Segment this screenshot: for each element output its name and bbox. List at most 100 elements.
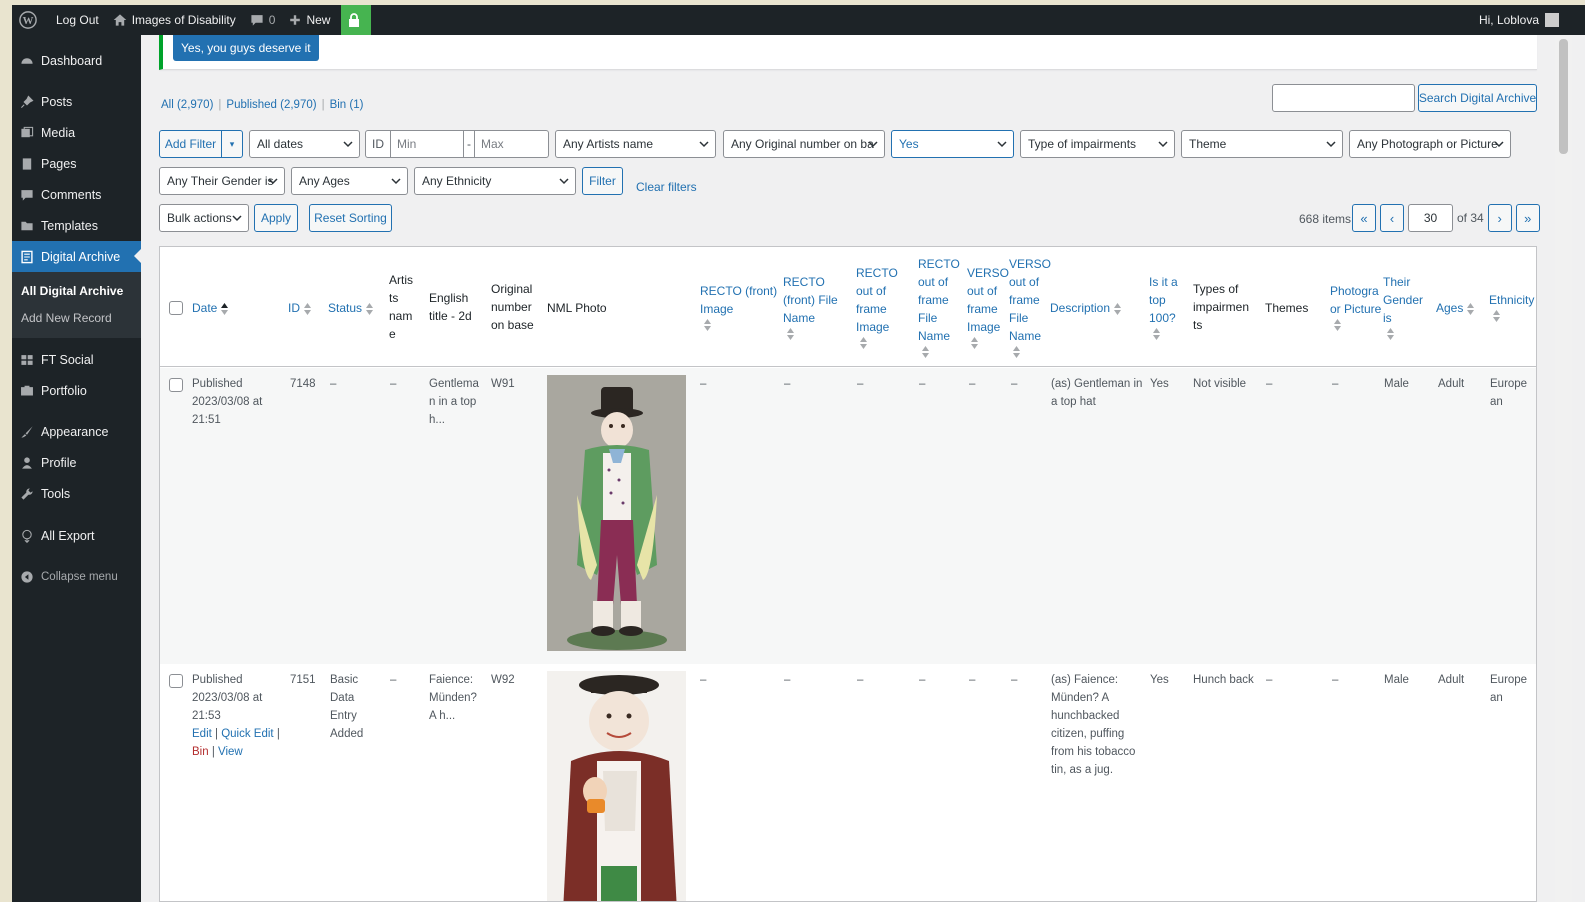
wordpress-logo-icon[interactable]: W bbox=[12, 5, 49, 35]
sidebar-item-dashboard[interactable]: Dashboard bbox=[12, 45, 141, 76]
column-photograph[interactable]: Photogra or Picture bbox=[1330, 282, 1381, 336]
submenu-add-new-record[interactable]: Add New Record bbox=[12, 305, 141, 332]
security-lock-icon[interactable] bbox=[341, 5, 372, 35]
nml-photo-figurine-top-hat[interactable] bbox=[547, 375, 686, 651]
filter-button[interactable]: Filter bbox=[582, 167, 623, 195]
success-notice: Yes, you guys deserve it bbox=[159, 35, 1537, 70]
my-account-link[interactable]: Hi, Loblova bbox=[1472, 5, 1585, 35]
row-verso-oof-image: – bbox=[969, 674, 976, 686]
reset-sorting-button[interactable]: Reset Sorting bbox=[309, 204, 392, 232]
chevron-down-icon bbox=[868, 141, 878, 148]
new-content-link[interactable]: New bbox=[282, 5, 337, 35]
artists-select[interactable]: Any Artists name bbox=[555, 130, 716, 158]
column-date[interactable]: Date bbox=[192, 299, 229, 317]
sidebar-item-digital-archive[interactable]: Digital Archive bbox=[12, 241, 141, 272]
column-verso-oof-file[interactable]: VERSO out of frame File Name bbox=[1009, 255, 1051, 363]
sidebar-item-ft-social[interactable]: FT Social bbox=[12, 344, 141, 375]
dates-select-value: All dates bbox=[257, 137, 304, 151]
sidebar-item-profile[interactable]: Profile bbox=[12, 447, 141, 478]
original-number-select[interactable]: Any Original number on ba bbox=[723, 130, 885, 158]
dates-select[interactable]: All dates bbox=[249, 130, 360, 158]
gender-select[interactable]: Any Their Gender is bbox=[159, 167, 285, 195]
column-ages[interactable]: Ages bbox=[1436, 299, 1475, 317]
log-out-link[interactable]: Log Out bbox=[49, 5, 106, 35]
sidebar-item-media[interactable]: Media bbox=[12, 117, 141, 148]
status-views: All (2,970) | Published (2,970) | Bin (1) bbox=[161, 99, 364, 111]
view-all-link[interactable]: All (2,970) bbox=[161, 99, 213, 111]
add-filter-button[interactable]: Add Filter bbox=[159, 130, 222, 158]
id-min-input[interactable]: Min bbox=[390, 130, 464, 158]
column-status[interactable]: Status bbox=[328, 299, 374, 317]
id-max-input[interactable]: Max bbox=[474, 130, 549, 158]
column-recto-oof-file[interactable]: RECTO out of frame File Name bbox=[918, 255, 960, 363]
prev-page-button[interactable]: ‹ bbox=[1380, 204, 1404, 232]
table-row[interactable]: Published 2023/03/08 at 21:53 Edit | Quick… bbox=[160, 664, 1536, 901]
search-button[interactable]: Search Digital Archive bbox=[1418, 84, 1537, 112]
brush-icon bbox=[19, 424, 35, 440]
row-title: Gentlema n in a top h... bbox=[429, 378, 479, 426]
chevron-down-icon bbox=[391, 178, 401, 185]
last-page-button[interactable]: » bbox=[1515, 204, 1540, 232]
ethnicity-select[interactable]: Any Ethnicity bbox=[414, 167, 576, 195]
column-recto-image[interactable]: RECTO (front) Image bbox=[700, 282, 777, 336]
ages-select[interactable]: Any Ages bbox=[291, 167, 408, 195]
column-nml-photo: NML Photo bbox=[547, 301, 607, 315]
column-verso-oof-image[interactable]: VERSO out of frame Image bbox=[967, 264, 1009, 354]
view-published-link[interactable]: Published (2,970) bbox=[226, 99, 316, 111]
row-checkbox[interactable] bbox=[169, 378, 183, 392]
column-themes: Themes bbox=[1265, 301, 1309, 315]
admin-sidebar: Dashboard Posts Media Pages Comments Tem… bbox=[12, 35, 141, 902]
impairments-select[interactable]: Type of impairments bbox=[1020, 130, 1175, 158]
bin-link[interactable]: Bin bbox=[192, 746, 209, 758]
comments-count: 0 bbox=[268, 13, 276, 27]
top100-select[interactable]: Yes bbox=[891, 130, 1014, 158]
sidebar-item-all-export[interactable]: All Export bbox=[12, 520, 141, 551]
plus-icon bbox=[290, 15, 301, 25]
quick-edit-link[interactable]: Quick Edit bbox=[221, 728, 273, 740]
comments-link[interactable]: 0 bbox=[243, 5, 283, 35]
page-scrollbar[interactable] bbox=[1555, 35, 1572, 902]
photograph-select[interactable]: Any Photograph or Picture bbox=[1349, 130, 1511, 158]
column-gender[interactable]: Their Gender is bbox=[1383, 273, 1423, 345]
column-recto-file[interactable]: RECTO (front) File Name bbox=[783, 273, 838, 345]
current-page-input[interactable]: 30 bbox=[1408, 204, 1453, 232]
view-bin-link[interactable]: Bin (1) bbox=[330, 99, 364, 111]
sidebar-item-portfolio[interactable]: Portfolio bbox=[12, 375, 141, 406]
sidebar-item-templates[interactable]: Templates bbox=[12, 210, 141, 241]
notice-button[interactable]: Yes, you guys deserve it bbox=[173, 35, 319, 61]
next-page-button[interactable]: › bbox=[1487, 204, 1512, 232]
chevron-down-icon bbox=[1158, 141, 1168, 148]
sidebar-item-appearance[interactable]: Appearance bbox=[12, 416, 141, 447]
collapse-menu-button[interactable]: Collapse menu bbox=[12, 561, 141, 592]
add-filter-dropdown-toggle[interactable]: ▾ bbox=[221, 130, 243, 158]
row-checkbox[interactable] bbox=[169, 674, 183, 688]
select-all-checkbox[interactable] bbox=[169, 301, 183, 315]
chevron-down-icon bbox=[343, 141, 353, 148]
row-photograph: – bbox=[1332, 674, 1339, 686]
sidebar-item-tools[interactable]: Tools bbox=[12, 478, 141, 509]
column-ethnicity[interactable]: Ethnicity bbox=[1489, 291, 1534, 327]
first-page-button[interactable]: « bbox=[1352, 204, 1376, 232]
sort-icon bbox=[366, 302, 374, 315]
scrollbar-thumb[interactable] bbox=[1559, 39, 1568, 154]
edit-link[interactable]: Edit bbox=[192, 728, 212, 740]
column-top100[interactable]: Is it a top 100? bbox=[1149, 273, 1178, 345]
row-id: 7148 bbox=[290, 378, 316, 390]
site-name-link[interactable]: Images of Disability bbox=[106, 5, 243, 35]
search-input[interactable] bbox=[1272, 84, 1415, 112]
column-id[interactable]: ID bbox=[288, 299, 311, 317]
apply-button[interactable]: Apply bbox=[254, 204, 298, 232]
theme-select[interactable]: Theme bbox=[1181, 130, 1343, 158]
clear-filters-link[interactable]: Clear filters bbox=[636, 180, 697, 194]
submenu-all-digital-archive[interactable]: All Digital Archive bbox=[12, 278, 141, 305]
table-row[interactable]: Published 2023/03/08 at 21:51 7148 – – Gen… bbox=[160, 368, 1536, 664]
sidebar-item-pages[interactable]: Pages bbox=[12, 148, 141, 179]
sidebar-item-comments[interactable]: Comments bbox=[12, 179, 141, 210]
bulk-actions-select[interactable]: Bulk actions bbox=[159, 204, 249, 232]
chevron-down-icon bbox=[1326, 141, 1336, 148]
nml-photo-faience-jug[interactable] bbox=[547, 671, 686, 901]
sidebar-item-posts[interactable]: Posts bbox=[12, 86, 141, 117]
view-link[interactable]: View bbox=[218, 746, 243, 758]
column-recto-oof-image[interactable]: RECTO out of frame Image bbox=[856, 264, 898, 354]
column-description[interactable]: Description bbox=[1050, 299, 1122, 317]
